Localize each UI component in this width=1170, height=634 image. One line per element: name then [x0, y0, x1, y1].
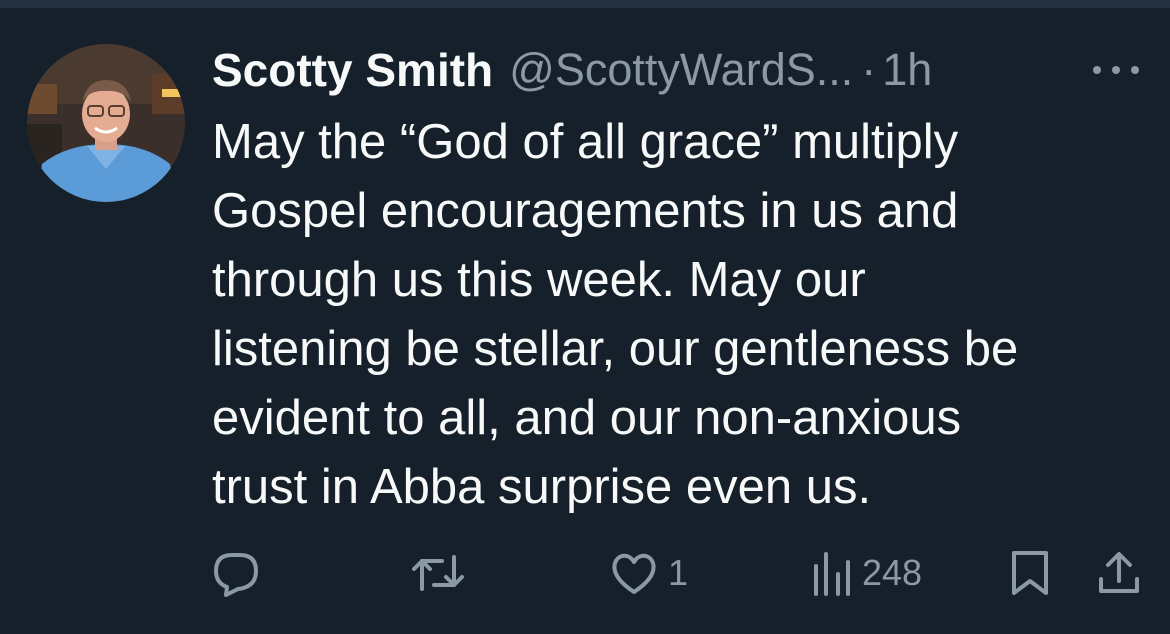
- display-name[interactable]: Scotty Smith: [212, 43, 493, 97]
- separator: ·: [861, 44, 877, 95]
- retweet-button[interactable]: [412, 548, 474, 598]
- timestamp[interactable]: 1h: [882, 44, 932, 96]
- user-handle[interactable]: @ScottyWardS...: [509, 44, 853, 96]
- like-button[interactable]: 1: [610, 548, 688, 598]
- view-count: 248: [862, 552, 923, 593]
- bookmark-button[interactable]: [1010, 548, 1050, 598]
- more-icon[interactable]: [1093, 58, 1139, 82]
- retweet-icon: [412, 555, 464, 591]
- top-divider: [0, 0, 1170, 8]
- bookmark-icon: [1012, 551, 1048, 595]
- like-count: 1: [668, 552, 689, 593]
- share-button[interactable]: [1097, 548, 1141, 598]
- avatar[interactable]: [27, 44, 185, 202]
- reply-icon: [214, 553, 258, 597]
- heart-icon: [612, 553, 656, 594]
- share-icon: [1099, 552, 1139, 593]
- tweet-text: May the “God of all grace” multiply Gosp…: [212, 115, 1019, 514]
- tweet-header: Scotty Smith @ScottyWardS... · 1h: [212, 38, 932, 102]
- views-icon: [814, 552, 850, 596]
- views-button[interactable]: 248: [812, 548, 922, 598]
- reply-button[interactable]: [212, 548, 270, 598]
